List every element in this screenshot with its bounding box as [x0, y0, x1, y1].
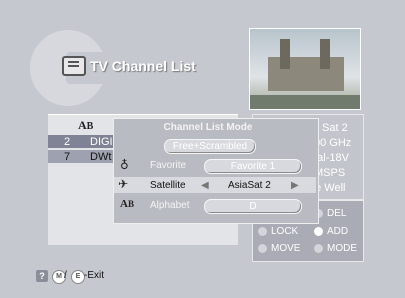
- legend-add: ADD: [314, 226, 348, 237]
- arrow-right-icon[interactable]: ▶: [291, 180, 299, 191]
- alphabet-icon: AB: [120, 198, 134, 210]
- channel-number: 7: [64, 151, 71, 163]
- color-dot-icon: [258, 244, 267, 253]
- channel-number: 2: [64, 136, 71, 148]
- legend-mode: MODE: [314, 243, 357, 254]
- info-line: 00 GHz: [314, 137, 352, 149]
- exit-label: -Exit: [84, 270, 104, 281]
- channel-name: DIGI: [90, 136, 113, 148]
- alphabet-icon: AB: [78, 118, 94, 132]
- favorite-select[interactable]: Favorite 1: [204, 159, 302, 174]
- apple-icon: ♁: [120, 158, 129, 172]
- satellite-value[interactable]: AsiaSat 2: [228, 180, 271, 191]
- legend-lock: LOCK: [258, 226, 298, 237]
- satellite-label: Satellite: [150, 180, 186, 191]
- help-icon[interactable]: ?: [36, 270, 48, 282]
- color-dot-icon: [314, 227, 323, 236]
- legend-move: MOVE: [258, 243, 300, 254]
- favorite-label: Favorite: [150, 160, 187, 171]
- title-row: TV Channel List: [62, 56, 196, 76]
- alphabet-label: Alphabet: [150, 200, 190, 211]
- channel-name: DWt: [90, 151, 112, 163]
- page-title: TV Channel List: [90, 58, 196, 74]
- satellite-row-highlight: [114, 177, 316, 193]
- color-dot-icon: [258, 227, 267, 236]
- satellite-icon: ✈: [118, 177, 129, 191]
- arrow-left-icon[interactable]: ◀: [201, 180, 209, 191]
- tv-icon: [62, 56, 86, 76]
- dialog-title: Channel List Mode: [163, 122, 253, 133]
- channel-preview-image: [249, 28, 361, 110]
- info-line: Sat 2: [322, 122, 348, 134]
- color-dot-icon: [314, 244, 323, 253]
- exit-button-icon[interactable]: E: [71, 270, 85, 284]
- alphabet-select[interactable]: D: [204, 199, 302, 214]
- mode-select[interactable]: Free+Scrambled: [164, 139, 256, 154]
- separator: /: [64, 270, 67, 281]
